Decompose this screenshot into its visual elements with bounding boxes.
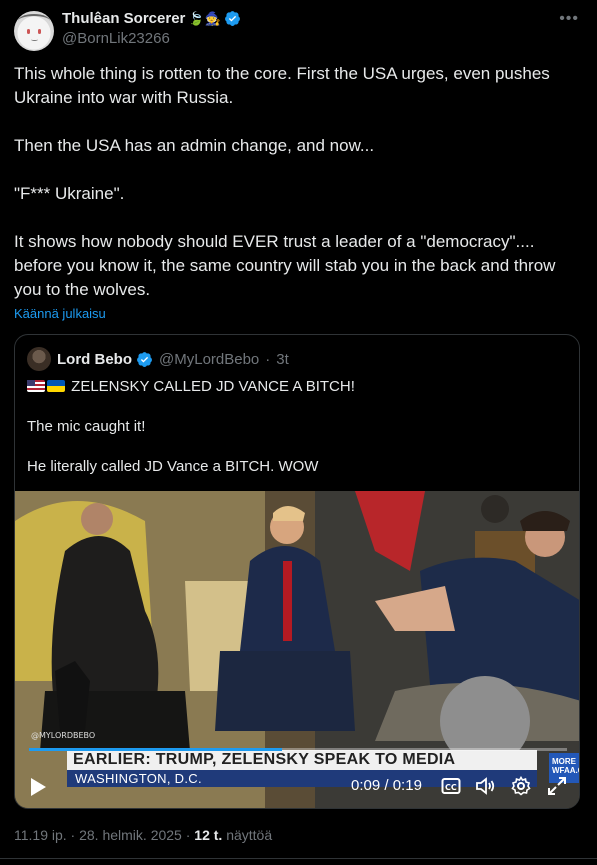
author-emojis: 🍃🧙 bbox=[188, 10, 221, 26]
tweet-paragraph: It shows how nobody should EVER trust a … bbox=[14, 232, 556, 299]
tweet-paragraph: This whole thing is rotten to the core. … bbox=[14, 64, 550, 107]
captions-icon[interactable]: CC bbox=[441, 777, 461, 795]
tweet-header: Thulêan Sorcerer 🍃🧙 @BornLik23266 ••• bbox=[14, 8, 583, 52]
video-player[interactable]: @MYLORDBEBO EARLIER: TRUMP, ZELENSKY SPE… bbox=[15, 491, 579, 808]
time-separator: / bbox=[384, 777, 389, 794]
tweet-meta: 11.19 ip. · 28. helmik. 2025 · 12 t. näy… bbox=[14, 827, 272, 843]
volume-icon[interactable] bbox=[475, 776, 497, 796]
video-controls: 0:09 / 0:19 CC bbox=[15, 772, 579, 804]
settings-gear-icon[interactable] bbox=[511, 776, 531, 796]
quote-author-name[interactable]: Lord Bebo bbox=[57, 351, 132, 368]
video-progress-fill bbox=[29, 748, 282, 751]
author-display-name[interactable]: Thulêan Sorcerer 🍃🧙 bbox=[62, 10, 241, 27]
author-handle[interactable]: @BornLik23266 bbox=[62, 30, 241, 47]
news-ticker-text: EARLIER: TRUMP, ZELENSKY SPEAK TO MEDIA bbox=[73, 751, 456, 768]
quote-author-handle[interactable]: @MyLordBebo bbox=[159, 351, 259, 368]
views-count: 12 t. bbox=[194, 827, 223, 843]
video-progress-bar[interactable] bbox=[29, 748, 567, 751]
quote-line: He literally called JD Vance a BITCH. WO… bbox=[27, 458, 319, 475]
us-flag-icon bbox=[27, 380, 45, 392]
current-time: 0:09 bbox=[351, 777, 381, 794]
tweet-paragraph: Then the USA has an admin change, and no… bbox=[14, 136, 375, 155]
play-icon[interactable] bbox=[29, 777, 47, 797]
more-options-icon[interactable]: ••• bbox=[559, 10, 579, 28]
quote-separator: · bbox=[265, 350, 271, 368]
ukraine-flag-icon bbox=[47, 380, 65, 392]
quote-header: Lord Bebo @MyLordBebo · 3t bbox=[27, 347, 289, 371]
fullscreen-icon[interactable] bbox=[547, 776, 567, 796]
verified-badge-icon bbox=[137, 351, 152, 367]
tweet-paragraph: "F*** Ukraine". bbox=[14, 184, 125, 203]
quote-author-avatar[interactable] bbox=[27, 347, 51, 371]
views-label: näyttöä bbox=[226, 827, 273, 843]
svg-text:CC: CC bbox=[445, 783, 457, 792]
author-avatar[interactable] bbox=[14, 11, 54, 51]
video-watermark: @MYLORDBEBO bbox=[31, 731, 96, 740]
verified-badge-icon bbox=[224, 11, 240, 26]
duration: 0:19 bbox=[392, 777, 422, 794]
quote-text: ZELENSKY CALLED JD VANCE A BITCH! The mi… bbox=[27, 377, 567, 477]
translate-post-link[interactable]: Käännä julkaisu bbox=[14, 306, 106, 321]
tweet-text: This whole thing is rotten to the core. … bbox=[14, 62, 584, 302]
video-time: 0:09 / 0:19 bbox=[351, 777, 422, 794]
quote-age[interactable]: 3t bbox=[276, 351, 289, 368]
author-names: Thulêan Sorcerer 🍃🧙 @BornLik23266 bbox=[62, 10, 241, 47]
quoted-tweet[interactable]: Lord Bebo @MyLordBebo · 3t ZELENSKY CALL… bbox=[14, 334, 580, 809]
divider bbox=[0, 858, 597, 859]
tweet-timestamp[interactable]: 11.19 ip. · 28. helmik. 2025 · bbox=[14, 827, 190, 843]
quote-line: The mic caught it! bbox=[27, 418, 146, 435]
quote-headline: ZELENSKY CALLED JD VANCE A BITCH! bbox=[71, 378, 355, 395]
